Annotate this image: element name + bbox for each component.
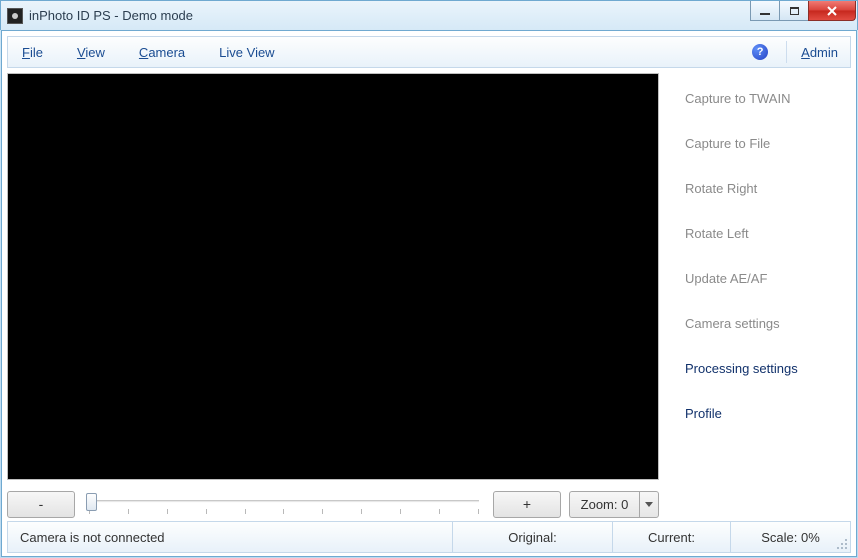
- slider-thumb[interactable]: [86, 493, 97, 511]
- side-panel: Capture to TWAIN Capture to File Rotate …: [663, 73, 851, 518]
- menu-camera[interactable]: Camera: [133, 41, 191, 64]
- side-rotate-right[interactable]: Rotate Right: [685, 181, 845, 196]
- window-title: inPhoto ID PS - Demo mode: [29, 8, 193, 23]
- slider-track: [89, 500, 479, 503]
- zoom-controls: - + Zoom: 0: [7, 480, 659, 518]
- status-original-label: Original:: [508, 530, 556, 545]
- zoom-in-button[interactable]: +: [493, 491, 561, 518]
- side-processing-settings[interactable]: Processing settings: [685, 361, 845, 376]
- maximize-button[interactable]: [779, 1, 809, 21]
- resize-grip-icon: [836, 538, 848, 550]
- left-column: - + Zoom: 0: [7, 73, 659, 518]
- statusbar: Camera is not connected Original: Curren…: [7, 521, 851, 553]
- minimize-button[interactable]: [750, 1, 780, 21]
- close-icon: [826, 5, 838, 17]
- menu-divider: [786, 41, 787, 63]
- titlebar: inPhoto ID PS - Demo mode: [0, 0, 858, 30]
- menu-live-view[interactable]: Live View: [213, 41, 280, 64]
- chevron-down-icon: [645, 502, 653, 507]
- resize-grip[interactable]: [836, 538, 848, 550]
- help-icon[interactable]: ?: [752, 44, 768, 60]
- menu-file[interactable]: File: [16, 41, 49, 64]
- zoom-slider[interactable]: [83, 491, 485, 518]
- status-scale: Scale: 0%: [730, 522, 850, 552]
- menu-admin[interactable]: Admin: [801, 45, 838, 60]
- live-preview: [7, 73, 659, 480]
- close-button[interactable]: [808, 1, 856, 21]
- content-row: - + Zoom: 0 Capture to TWAIN Capture to …: [2, 68, 856, 521]
- status-camera: Camera is not connected: [8, 522, 452, 552]
- status-current: Current:: [612, 522, 730, 552]
- side-update-aeaf[interactable]: Update AE/AF: [685, 271, 845, 286]
- status-scale-label: Scale:: [761, 530, 797, 545]
- status-scale-value: 0%: [801, 530, 820, 545]
- side-rotate-left[interactable]: Rotate Left: [685, 226, 845, 241]
- menubar: File View Camera Live View ? Admin: [7, 36, 851, 68]
- slider-ticks: [89, 509, 479, 514]
- app-icon: [7, 8, 23, 24]
- side-capture-file[interactable]: Capture to File: [685, 136, 845, 151]
- status-original: Original:: [452, 522, 612, 552]
- zoom-dropdown-button[interactable]: [639, 491, 659, 518]
- client-area: File View Camera Live View ? Admin - + Z…: [1, 30, 857, 557]
- side-camera-settings[interactable]: Camera settings: [685, 316, 845, 331]
- zoom-out-button[interactable]: -: [7, 491, 75, 518]
- side-capture-twain[interactable]: Capture to TWAIN: [685, 91, 845, 106]
- zoom-value[interactable]: Zoom: 0: [569, 491, 639, 518]
- window-controls: [751, 1, 856, 21]
- side-profile[interactable]: Profile: [685, 406, 845, 421]
- menu-view[interactable]: View: [71, 41, 111, 64]
- zoom-combo: Zoom: 0: [569, 491, 659, 518]
- status-current-label: Current:: [648, 530, 695, 545]
